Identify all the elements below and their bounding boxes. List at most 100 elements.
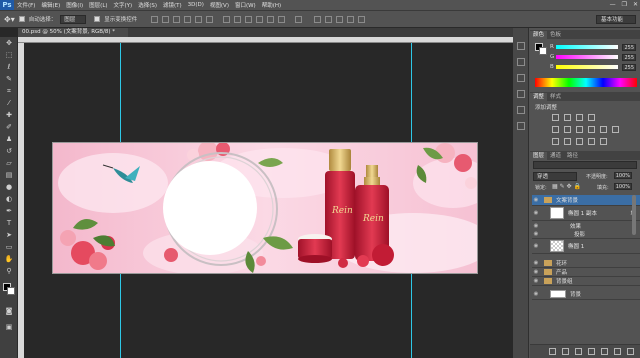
background-color-swatch[interactable] bbox=[7, 287, 15, 295]
fill-value[interactable]: 100% bbox=[614, 183, 632, 190]
menu-edit[interactable]: 编辑(E) bbox=[38, 1, 63, 9]
type-icon[interactable]: T bbox=[4, 219, 14, 227]
align-top-icon[interactable] bbox=[151, 15, 159, 23]
layer-row[interactable]: ◉ 文案背景 bbox=[532, 195, 640, 206]
red-channel-value[interactable]: 255 bbox=[622, 44, 636, 51]
3d-mode-icon[interactable] bbox=[314, 15, 322, 23]
path-select-icon[interactable]: ➤ bbox=[4, 231, 14, 239]
quick-select-icon[interactable]: ✎ bbox=[4, 75, 14, 83]
workspace-dropdown[interactable]: 基本功能 bbox=[595, 15, 636, 24]
tab-layers[interactable]: 图层 bbox=[530, 152, 548, 160]
hand-icon[interactable]: ✋ bbox=[4, 255, 14, 263]
curves-icon[interactable] bbox=[576, 114, 583, 121]
tab-paths[interactable]: 路径 bbox=[564, 152, 581, 160]
screen-mode-icon[interactable]: ▣ bbox=[4, 323, 14, 331]
minimize-button[interactable]: — bbox=[610, 1, 616, 8]
visibility-eye-icon[interactable]: ◉ bbox=[532, 278, 540, 284]
blur-icon[interactable]: ● bbox=[4, 183, 14, 191]
layers-panel-scrollbar[interactable] bbox=[632, 195, 636, 235]
menu-filter[interactable]: 滤镜(T) bbox=[160, 1, 185, 9]
tab-channels[interactable]: 通道 bbox=[547, 152, 564, 160]
info-panel-icon[interactable] bbox=[516, 122, 525, 130]
layer-row[interactable]: ◉ 背景组 bbox=[532, 277, 640, 286]
new-group-icon[interactable] bbox=[601, 348, 608, 355]
layer-row[interactable]: ◉ 椭圆 1 副本 fx bbox=[532, 206, 640, 221]
color-bg-swatch[interactable] bbox=[539, 47, 547, 55]
menu-3d[interactable]: 3D(D) bbox=[185, 2, 207, 8]
character-panel-icon[interactable] bbox=[516, 90, 525, 98]
menu-select[interactable]: 选择(S) bbox=[135, 1, 160, 9]
crop-icon[interactable]: ⌗ bbox=[4, 87, 14, 95]
3d-roll-icon[interactable] bbox=[336, 15, 344, 23]
tab-color[interactable]: 颜色 bbox=[530, 31, 548, 39]
zoom-icon[interactable]: ⚲ bbox=[4, 267, 14, 275]
layer-effect-row[interactable]: ◉ 投影 bbox=[532, 230, 640, 239]
3d-slide-icon[interactable] bbox=[358, 15, 366, 23]
visibility-eye-icon[interactable]: ◉ bbox=[532, 243, 540, 249]
3d-pan-icon[interactable] bbox=[347, 15, 355, 23]
visibility-eye-icon[interactable]: ◉ bbox=[532, 291, 540, 297]
history-panel-icon[interactable] bbox=[516, 42, 525, 50]
3d-rotate-icon[interactable] bbox=[325, 15, 333, 23]
lock-icons[interactable]: ▦ ✎ ✥ 🔒 bbox=[552, 183, 581, 190]
auto-select-checkbox[interactable] bbox=[18, 16, 25, 22]
auto-align-icon[interactable] bbox=[295, 15, 303, 23]
add-style-icon[interactable] bbox=[562, 348, 569, 355]
layer-effect-row[interactable]: ◉ 效果 bbox=[532, 221, 640, 230]
link-layers-icon[interactable] bbox=[549, 348, 556, 355]
layer-row[interactable]: ◉ 产品 bbox=[532, 268, 640, 277]
menu-file[interactable]: 文件(F) bbox=[14, 1, 38, 9]
show-transform-checkbox[interactable] bbox=[94, 16, 101, 22]
delete-layer-icon[interactable] bbox=[627, 348, 634, 355]
distribute-left-icon[interactable] bbox=[256, 15, 264, 23]
document-tab[interactable]: 00.psd @ 50% (文案背景, RGB/8) * bbox=[18, 28, 128, 37]
visibility-eye-icon[interactable]: ◉ bbox=[532, 223, 540, 229]
posterize-icon[interactable] bbox=[564, 138, 571, 145]
properties-panel-icon[interactable] bbox=[516, 58, 525, 66]
menu-window[interactable]: 窗口(W) bbox=[232, 1, 259, 9]
new-layer-icon[interactable] bbox=[614, 348, 621, 355]
gradient-map-icon[interactable] bbox=[588, 138, 595, 145]
paragraph-panel-icon[interactable] bbox=[516, 106, 525, 114]
exposure-icon[interactable] bbox=[588, 114, 595, 121]
photo-filter-icon[interactable] bbox=[600, 126, 607, 133]
brush-panel-icon[interactable] bbox=[516, 74, 525, 82]
add-mask-icon[interactable] bbox=[575, 348, 582, 355]
red-channel-slider[interactable] bbox=[556, 45, 618, 49]
visibility-eye-icon[interactable]: ◉ bbox=[532, 210, 540, 216]
eraser-icon[interactable]: ▱ bbox=[4, 159, 14, 167]
auto-select-dropdown[interactable]: 图层 bbox=[60, 14, 87, 24]
distribute-right-icon[interactable] bbox=[278, 15, 286, 23]
align-right-icon[interactable] bbox=[206, 15, 214, 23]
move-icon[interactable]: ✥ bbox=[4, 39, 14, 47]
eyedropper-icon[interactable]: ⁄ bbox=[4, 99, 14, 107]
hue-saturation-icon[interactable] bbox=[564, 126, 571, 133]
visibility-eye-icon[interactable]: ◉ bbox=[532, 269, 540, 275]
channel-mixer-icon[interactable] bbox=[612, 126, 619, 133]
distribute-top-icon[interactable] bbox=[223, 15, 231, 23]
menu-help[interactable]: 帮助(H) bbox=[259, 1, 284, 9]
align-vcenter-icon[interactable] bbox=[162, 15, 170, 23]
menu-image[interactable]: 图像(I) bbox=[63, 1, 86, 9]
color-spectrum-ramp[interactable] bbox=[535, 78, 637, 87]
menu-layer[interactable]: 图层(L) bbox=[86, 1, 110, 9]
distribute-vcenter-icon[interactable] bbox=[234, 15, 242, 23]
stamp-icon[interactable]: ♟ bbox=[4, 135, 14, 143]
green-channel-value[interactable]: 255 bbox=[622, 54, 636, 61]
marquee-icon[interactable]: ⬚ bbox=[4, 51, 14, 59]
visibility-eye-icon[interactable]: ◉ bbox=[532, 260, 540, 266]
visibility-eye-icon[interactable]: ◉ bbox=[532, 231, 540, 237]
pen-icon[interactable]: ✒ bbox=[4, 207, 14, 215]
menu-type[interactable]: 文字(Y) bbox=[111, 1, 136, 9]
banner-artwork[interactable]: Rein Rein bbox=[52, 142, 478, 274]
vibrance-icon[interactable] bbox=[552, 126, 559, 133]
history-brush-icon[interactable]: ↺ bbox=[4, 147, 14, 155]
quick-mask-icon[interactable]: ◙ bbox=[4, 307, 14, 315]
move-tool-preset-icon[interactable]: ✥▾ bbox=[4, 15, 15, 24]
new-adjustment-icon[interactable] bbox=[588, 348, 595, 355]
layer-row[interactable]: ◉ 椭圆 1 bbox=[532, 239, 640, 254]
threshold-icon[interactable] bbox=[576, 138, 583, 145]
selective-color-icon[interactable] bbox=[600, 138, 607, 145]
brightness-icon[interactable] bbox=[552, 114, 559, 121]
shape-icon[interactable]: ▭ bbox=[4, 243, 14, 251]
